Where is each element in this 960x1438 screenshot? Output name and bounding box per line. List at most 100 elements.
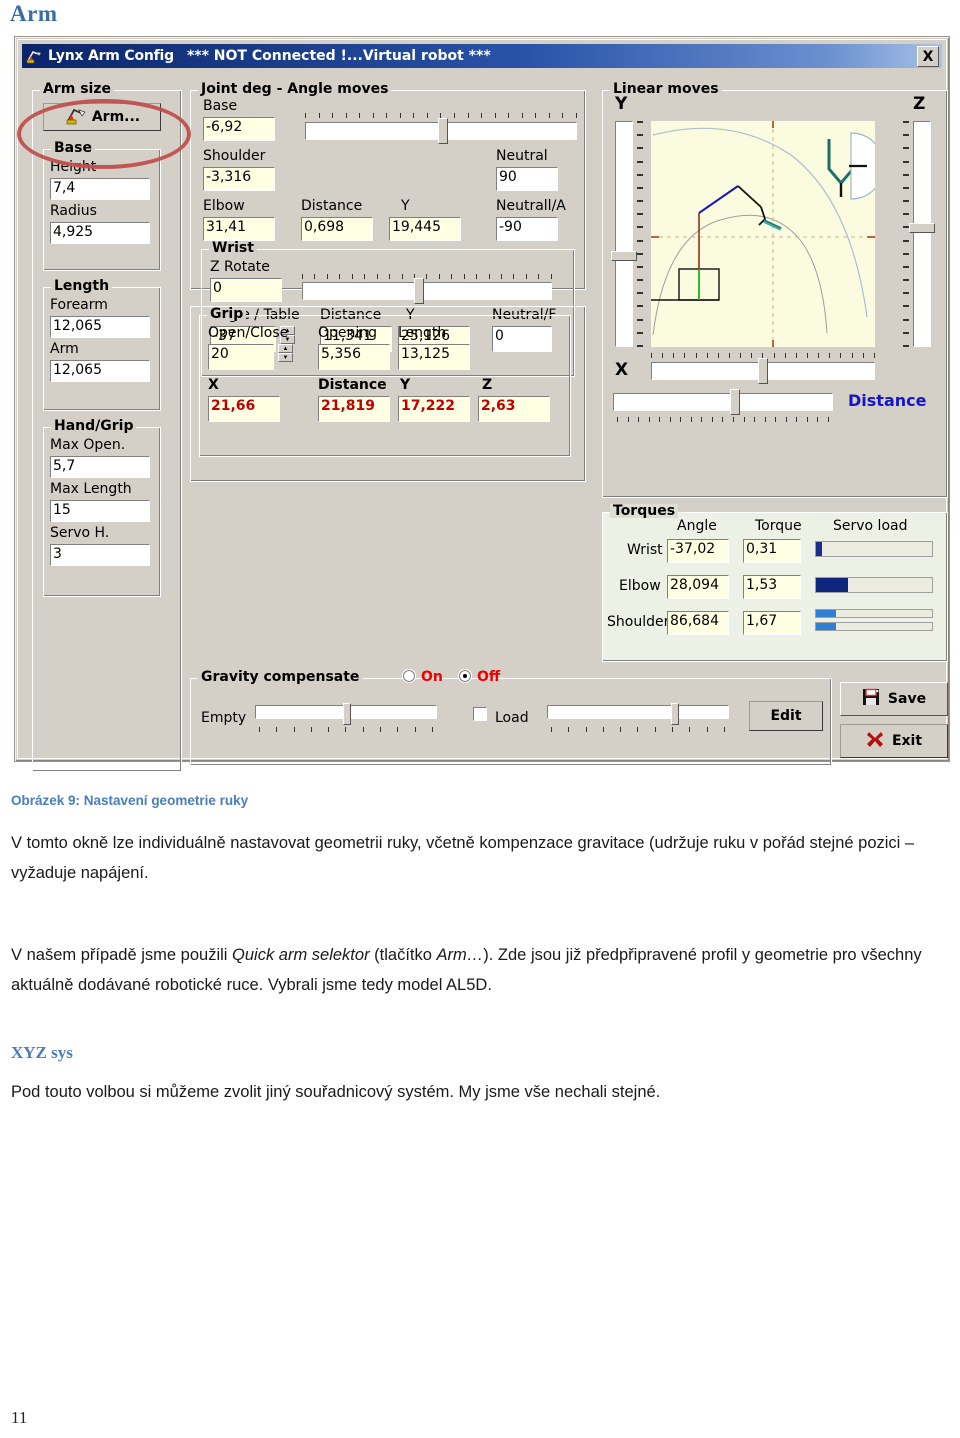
load-slider-ticks — [551, 727, 725, 732]
linear-moves-group: Linear moves Y Z X Distance — [602, 82, 948, 498]
torque-angle-1[interactable]: 28,094 — [667, 575, 729, 599]
wrist-zrotate-field[interactable]: 0 — [210, 278, 282, 302]
torque-angle-0[interactable]: -37,02 — [667, 539, 729, 563]
max-length-label: Max Length — [50, 481, 132, 497]
distance-slider-track[interactable] — [613, 393, 833, 411]
paragraph-3: Pod touto volbou si můžeme zvolit jiný s… — [11, 1083, 661, 1101]
window-status: *** NOT Connected !...Virtual robot *** — [186, 48, 491, 64]
gravity-off-radio[interactable] — [459, 670, 471, 682]
wrist-slider-track[interactable] — [302, 282, 552, 300]
exit-button[interactable]: Exit — [840, 724, 948, 758]
torque-value-0[interactable]: 0,31 — [743, 539, 801, 563]
x-slider-thumb[interactable] — [758, 358, 768, 384]
grip-open-close-stepper[interactable]: ▲ ▼ — [278, 344, 293, 362]
edit-button-label: Edit — [770, 708, 802, 724]
save-button[interactable]: Save — [840, 682, 948, 716]
joint-neutral-field[interactable]: 90 — [496, 167, 558, 191]
page-number: 11 — [11, 1408, 28, 1427]
servo-h-label: Servo H. — [50, 525, 110, 541]
joint-deg-group: Joint deg - Angle moves Base -6,92 Shoul… — [190, 82, 586, 377]
page-title: Arm — [10, 1, 58, 26]
stepper-up-icon[interactable]: ▲ — [278, 344, 293, 353]
wrist-slider-thumb[interactable] — [414, 278, 424, 304]
torque-row-name-2: Shoulder — [607, 614, 670, 630]
paragraph-1: V tomto okně lze individuálně nastavovat… — [11, 834, 915, 882]
hand-grip-group-label: Hand/Grip — [51, 419, 137, 433]
arm-select-button-label: Arm... — [91, 109, 141, 125]
arm-length-field[interactable]: 12,065 — [50, 360, 150, 382]
grip-open-close-label: Open/Close — [208, 325, 289, 341]
grip-z-label: Z — [482, 377, 493, 393]
max-open-field[interactable]: 5,7 — [50, 456, 150, 478]
exit-button-label: Exit — [891, 733, 923, 749]
servo-load-bar-1 — [815, 577, 933, 593]
torques-group-label: Torques — [610, 504, 679, 518]
section-heading-xyz-sys: XYZ sys — [11, 1043, 73, 1062]
gravity-on-radio[interactable] — [403, 670, 415, 682]
y-slider-thumb[interactable] — [611, 251, 637, 261]
servo-h-field[interactable]: 3 — [50, 544, 150, 566]
length-group-label: Length — [51, 279, 113, 293]
arm-select-button[interactable]: Arm... — [43, 103, 161, 131]
close-icon[interactable]: X — [917, 46, 939, 67]
torques-torque-header: Torque — [755, 518, 802, 534]
grip-y-field[interactable]: 17,222 — [398, 396, 470, 422]
linear-x-label: X — [615, 360, 629, 380]
grip-opening-field[interactable]: 5,356 — [318, 344, 390, 370]
base-slider-thumb[interactable] — [438, 118, 448, 144]
edit-button[interactable]: Edit — [749, 701, 823, 731]
stepper-down-icon[interactable]: ▼ — [278, 353, 293, 362]
window-title: Lynx Arm Config — [48, 48, 174, 64]
joint-y-field[interactable]: 19,445 — [389, 217, 461, 241]
arm-workspace-plot[interactable] — [651, 121, 885, 347]
base-group: Base Height 7,4 Radius 4,925 — [43, 141, 161, 271]
floppy-disk-icon — [862, 688, 880, 710]
joint-distance-field[interactable]: 0,698 — [301, 217, 373, 241]
gravity-on-label: On — [421, 669, 443, 685]
joint-deg-label: Joint deg - Angle moves — [198, 82, 392, 96]
grip-length-field[interactable]: 13,125 — [398, 344, 470, 370]
load-checkbox[interactable] — [473, 707, 487, 721]
max-length-field[interactable]: 15 — [50, 500, 150, 522]
torques-servo-load-header: Servo load — [833, 518, 908, 534]
torque-value-2[interactable]: 1,67 — [743, 611, 801, 635]
forearm-field[interactable]: 12,065 — [50, 316, 150, 338]
gravity-group-label: Gravity compensate — [198, 670, 363, 684]
torque-angle-2[interactable]: 86,684 — [667, 611, 729, 635]
distance-slider-ticks — [617, 417, 829, 423]
base-group-label: Base — [51, 141, 95, 155]
joint-base-label: Base — [203, 98, 238, 114]
distance-slider-thumb[interactable] — [730, 389, 740, 415]
z-slider-track[interactable] — [913, 121, 931, 347]
joint-elbow-field[interactable]: 31,41 — [203, 217, 275, 241]
z-slider-thumb[interactable] — [909, 223, 935, 233]
load-slider-thumb[interactable] — [671, 703, 679, 725]
joint-neutral-a-field[interactable]: -90 — [496, 217, 558, 241]
arm-size-group: Arm size Arm... Base Height 7,4 Radius 4… — [32, 82, 182, 772]
base-radius-field[interactable]: 4,925 — [50, 222, 150, 244]
figure-caption: Obrázek 9: Nastavení geometrie ruky — [11, 793, 249, 808]
servo-load-bar-2a — [815, 609, 933, 618]
joint-neutral-a-label: Neutrall/A — [496, 198, 566, 214]
grip-x-field[interactable]: 21,66 — [208, 396, 280, 422]
length-group: Length Forearm 12,065 Arm 12,065 — [43, 279, 161, 411]
grip-distance-field[interactable]: 21,819 — [318, 396, 390, 422]
grip-open-close-field[interactable]: 20 — [208, 344, 274, 370]
empty-slider-ticks — [259, 727, 433, 732]
joint-base-field[interactable]: -6,92 — [203, 117, 275, 141]
joint-shoulder-field[interactable]: -3,316 — [203, 167, 275, 191]
gravity-off-label: Off — [477, 669, 501, 685]
paragraph-2-part-a: V našem případě jsme použili — [11, 946, 233, 964]
paragraph-2: V našem případě jsme použili Quick arm s… — [11, 940, 951, 1000]
torques-group: Torques Angle Torque Servo load Wrist -3… — [602, 504, 948, 662]
grip-z-field[interactable]: 2,63 — [478, 396, 550, 422]
paragraph-2-italic-1: Quick arm selektor — [232, 946, 370, 964]
empty-slider-thumb[interactable] — [343, 703, 351, 725]
y-slider-track[interactable] — [615, 121, 633, 347]
base-height-label: Height — [50, 159, 97, 175]
load-slider-track[interactable] — [547, 705, 729, 719]
base-radius-label: Radius — [50, 203, 97, 219]
window-titlebar[interactable]: Lynx Arm Config *** NOT Connected !...Vi… — [22, 44, 942, 68]
torque-value-1[interactable]: 1,53 — [743, 575, 801, 599]
base-height-field[interactable]: 7,4 — [50, 178, 150, 200]
